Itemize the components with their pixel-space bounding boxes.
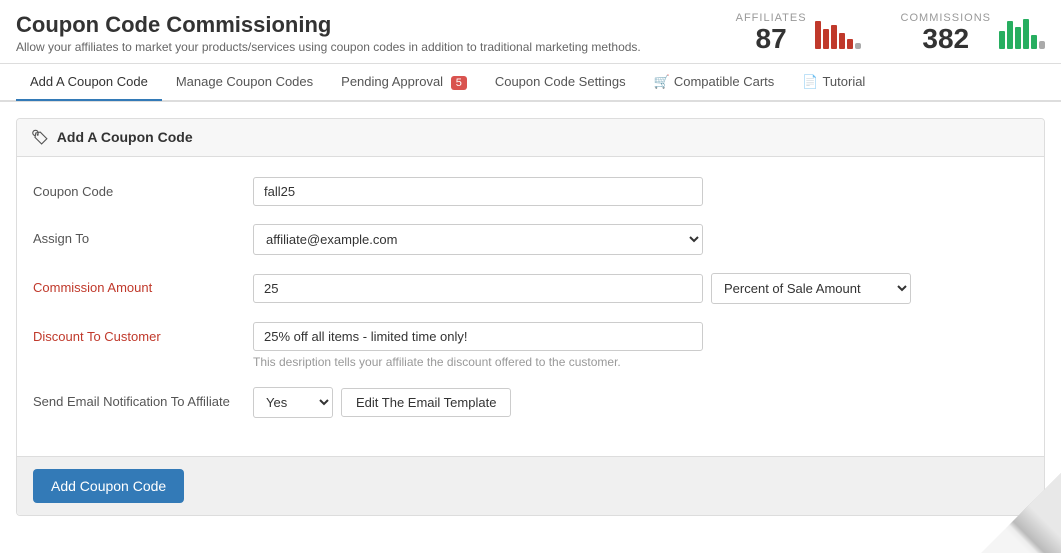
tab-pending-approval[interactable]: Pending Approval 5 bbox=[327, 64, 481, 101]
header: Coupon Code Commissioning Allow your aff… bbox=[0, 0, 1061, 64]
page-title: Coupon Code Commissioning bbox=[16, 12, 641, 38]
tab-bar: Add A Coupon Code Manage Coupon Codes Pe… bbox=[0, 64, 1061, 102]
pending-badge: 5 bbox=[451, 76, 467, 90]
bar bbox=[831, 25, 837, 49]
panel-body: Coupon Code Assign To affiliate@example.… bbox=[17, 157, 1044, 456]
commission-amount-row: Commission Amount Percent of Sale Amount… bbox=[33, 273, 1028, 304]
panel-header: 🏷 Add A Coupon Code bbox=[17, 119, 1044, 157]
bar bbox=[1007, 21, 1013, 49]
bar bbox=[847, 39, 853, 49]
assign-to-row: Assign To affiliate@example.com bbox=[33, 224, 1028, 255]
affiliates-value: 87 bbox=[736, 24, 807, 55]
bar bbox=[855, 43, 861, 49]
affiliates-chart bbox=[815, 17, 861, 49]
email-notification-row: Send Email Notification To Affiliate Yes… bbox=[33, 387, 1028, 418]
commissions-chart bbox=[999, 17, 1045, 49]
panel-title: Add A Coupon Code bbox=[57, 129, 193, 145]
discount-label: Discount To Customer bbox=[33, 322, 253, 344]
header-stats: AFFILIATES 87 COMMISSIONS 382 bbox=[736, 12, 1045, 55]
assign-to-select[interactable]: affiliate@example.com bbox=[253, 224, 703, 255]
coupon-code-input[interactable] bbox=[253, 177, 703, 206]
email-notification-wrap: Yes No Edit The Email Template bbox=[253, 387, 1028, 418]
coupon-code-row: Coupon Code bbox=[33, 177, 1028, 206]
assign-to-label: Assign To bbox=[33, 224, 253, 246]
commission-amount-wrap: Percent of Sale Amount Flat Amount bbox=[253, 273, 1028, 304]
add-coupon-panel: 🏷 Add A Coupon Code Coupon Code Assign T… bbox=[16, 118, 1045, 516]
commission-amount-label: Commission Amount bbox=[33, 273, 253, 295]
bar bbox=[823, 29, 829, 49]
doc-icon: 📄 bbox=[802, 74, 818, 89]
discount-input[interactable] bbox=[253, 322, 703, 351]
tab-compatible-carts[interactable]: 🛒Compatible Carts bbox=[640, 64, 789, 102]
bar bbox=[815, 21, 821, 49]
commission-amount-input[interactable] bbox=[253, 274, 703, 303]
coupon-code-label: Coupon Code bbox=[33, 177, 253, 199]
assign-to-wrap: affiliate@example.com bbox=[253, 224, 1028, 255]
add-coupon-button[interactable]: Add Coupon Code bbox=[33, 469, 184, 503]
discount-row: Discount To Customer This desription tel… bbox=[33, 322, 1028, 369]
commissions-value: 382 bbox=[901, 24, 991, 55]
bar bbox=[1023, 19, 1029, 49]
tab-coupon-settings[interactable]: Coupon Code Settings bbox=[481, 64, 640, 101]
bar bbox=[1015, 27, 1021, 49]
coupon-code-wrap bbox=[253, 177, 1028, 206]
tab-tutorial[interactable]: 📄Tutorial bbox=[788, 64, 879, 102]
discount-wrap: This desription tells your affiliate the… bbox=[253, 322, 1028, 369]
tab-manage-coupons[interactable]: Manage Coupon Codes bbox=[162, 64, 327, 101]
bar bbox=[1031, 35, 1037, 49]
email-notification-label: Send Email Notification To Affiliate bbox=[33, 387, 253, 409]
commissions-stat: COMMISSIONS 382 bbox=[901, 12, 1045, 55]
tab-add-coupon[interactable]: Add A Coupon Code bbox=[16, 64, 162, 101]
page-subtitle: Allow your affiliates to market your pro… bbox=[16, 40, 641, 54]
discount-hint: This desription tells your affiliate the… bbox=[253, 355, 1028, 369]
email-yes-select[interactable]: Yes No bbox=[253, 387, 333, 418]
edit-email-button[interactable]: Edit The Email Template bbox=[341, 388, 511, 417]
commission-type-select[interactable]: Percent of Sale Amount Flat Amount bbox=[711, 273, 911, 304]
affiliates-stat: AFFILIATES 87 bbox=[736, 12, 861, 55]
bar bbox=[999, 31, 1005, 49]
bar bbox=[1039, 41, 1045, 49]
main-content: 🏷 Add A Coupon Code Coupon Code Assign T… bbox=[0, 102, 1061, 532]
cart-icon: 🛒 bbox=[654, 74, 670, 89]
tag-icon: 🏷 bbox=[31, 129, 49, 146]
bar bbox=[839, 33, 845, 49]
header-left: Coupon Code Commissioning Allow your aff… bbox=[16, 12, 641, 54]
panel-footer: Add Coupon Code bbox=[17, 456, 1044, 515]
